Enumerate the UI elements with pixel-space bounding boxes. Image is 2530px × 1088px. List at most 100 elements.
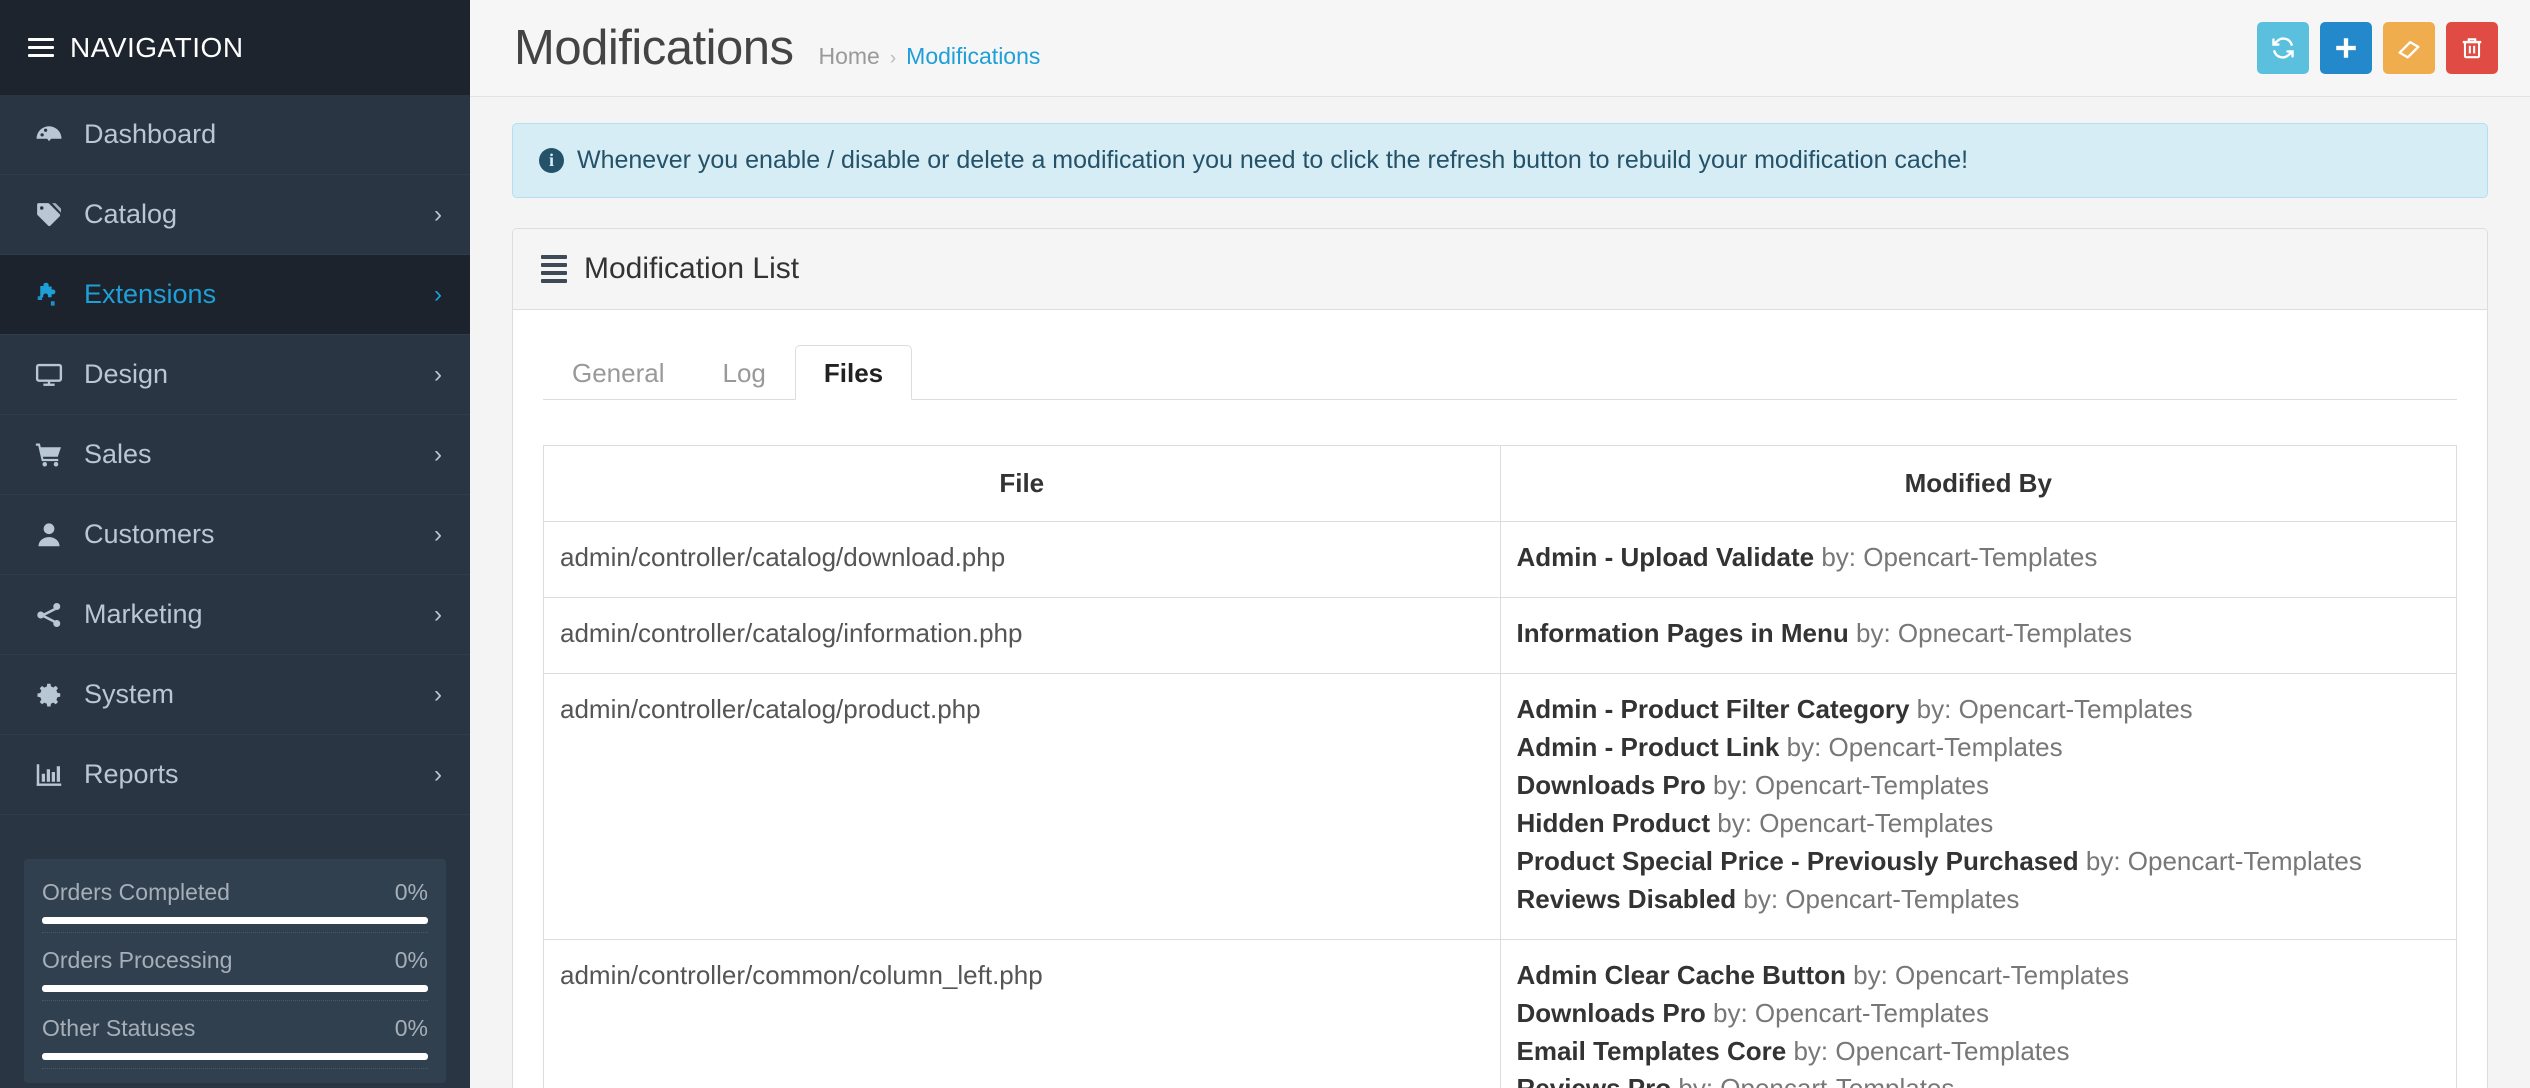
cell-modified-by: Admin - Upload Validate by: Opencart-Tem… (1499, 521, 2457, 598)
nav-header[interactable]: NAVIGATION (0, 0, 470, 95)
modification-name: Reviews Pro (1517, 1073, 1672, 1088)
sidebar-item-label: Dashboard (84, 119, 217, 149)
table-row: admin/controller/catalog/product.php Admi… (543, 672, 2457, 940)
modification-author: by: Opencart-Templates (1678, 1073, 1954, 1088)
sidebar-item-sales[interactable]: Sales › (0, 415, 470, 495)
puzzle-icon (34, 280, 78, 310)
table-row: admin/controller/catalog/information.php… (543, 596, 2457, 674)
modification-name: Product Special Price - Previously Purch… (1516, 845, 2079, 876)
sidebar-item-label: System (84, 679, 175, 709)
nav-header-title: NAVIGATION (70, 31, 244, 63)
stat-top: Other Statuses 0% (42, 1015, 428, 1042)
chevron-right-icon: › (434, 520, 442, 548)
table-row: admin/controller/common/column_left.php A… (543, 938, 2457, 1088)
stat-value: 0% (394, 947, 428, 973)
info-alert: i Whenever you enable / disable or delet… (512, 123, 2488, 198)
stat-label: Other Statuses (42, 1015, 196, 1041)
modification-author: by: Opencart-Templates (1743, 883, 2020, 914)
modified-by-line: Admin - Product Link by: Opencart-Templa… (1517, 729, 2441, 767)
tab-bar: General Log Files (543, 340, 2457, 400)
column-header-file: File (543, 445, 1501, 522)
sidebar-item-design[interactable]: Design › (0, 335, 470, 415)
info-alert-text: Whenever you enable / disable or delete … (577, 146, 1969, 174)
cell-modified-by: Admin Clear Cache Button by: Opencart-Te… (1499, 938, 2457, 1088)
panel-heading-title: Modification List (584, 252, 800, 285)
plus-icon (2336, 38, 2356, 58)
modified-by-line: Product Special Price - Previously Purch… (1517, 843, 2441, 881)
sidebar-item-label: Marketing (84, 599, 203, 629)
sidebar-stats-widget: Orders Completed 0% Orders Processing 0% Oth… (24, 859, 446, 1083)
sidebar-item-label: Customers (84, 519, 215, 549)
app-root: NAVIGATION Dashboard Catalog › Extensions › D… (0, 0, 2530, 1088)
modification-name: Admin Clear Cache Button (1516, 959, 1846, 990)
cell-file: admin/controller/catalog/information.php (543, 596, 1501, 674)
modification-author: by: Opencart-Templates (1821, 542, 2098, 572)
sidebar-item-label: Extensions (84, 279, 217, 309)
refresh-button[interactable] (2257, 22, 2309, 74)
chevron-right-icon: › (434, 600, 442, 628)
hamburger-icon[interactable] (28, 33, 54, 62)
tab-log[interactable]: Log (694, 345, 795, 400)
tab-general[interactable]: General (543, 345, 694, 400)
sidebar: NAVIGATION Dashboard Catalog › Extensions › D… (0, 0, 470, 1088)
sidebar-item-dashboard[interactable]: Dashboard (0, 95, 470, 175)
modified-by-line: Information Pages in Menu by: Opnecart-T… (1517, 615, 2441, 653)
breadcrumb-item-home[interactable]: Home (818, 43, 879, 70)
sidebar-item-extensions[interactable]: Extensions › (0, 255, 470, 335)
sidebar-item-catalog[interactable]: Catalog › (0, 175, 470, 255)
panel-body: General Log Files File Modified By admin/c… (513, 310, 2487, 1088)
clear-button[interactable] (2383, 22, 2435, 74)
modification-name: Reviews Disabled (1516, 883, 1737, 914)
modified-by-line: Downloads Pro by: Opencart-Templates (1517, 767, 2441, 805)
delete-button[interactable] (2446, 22, 2498, 74)
modification-author: by: Opnecart-Templates (1855, 617, 2132, 648)
stat-label: Orders Completed (42, 879, 230, 905)
modification-name: Email Templates Core (1516, 1035, 1787, 1066)
page-title: Modifications (514, 21, 794, 75)
sidebar-item-customers[interactable]: Customers › (0, 495, 470, 575)
page-header-left: Modifications Home › Modifications (514, 20, 2257, 76)
chevron-right-icon: › (434, 760, 442, 788)
modification-author: by: Opencart-Templates (1916, 693, 2193, 724)
tag-icon (34, 200, 78, 230)
gear-icon (34, 680, 78, 710)
cell-file: admin/controller/catalog/product.php (543, 672, 1501, 940)
modification-name: Downloads Pro (1516, 769, 1706, 800)
modified-by-line: Hidden Product by: Opencart-Templates (1517, 805, 2441, 843)
sidebar-item-label: Catalog (84, 199, 178, 229)
modification-name: Information Pages in Menu (1516, 617, 1849, 648)
modification-list-panel: Modification List General Log Files File M… (512, 228, 2488, 1088)
sidebar-item-label: Design (84, 359, 169, 389)
breadcrumb-separator-icon: › (889, 48, 897, 69)
main-content: Modifications Home › Modifications i Whe… (470, 0, 2530, 1088)
monitor-icon (34, 360, 78, 390)
modification-name: Admin - Upload Validate (1516, 542, 1815, 572)
breadcrumb-item-modifications[interactable]: Modifications (906, 43, 1040, 70)
page-header-actions (2257, 22, 2498, 74)
stat-value: 0% (394, 879, 428, 905)
sidebar-item-system[interactable]: System › (0, 655, 470, 735)
modification-author: by: Opencart-Templates (1712, 997, 1989, 1028)
add-button[interactable] (2320, 22, 2372, 74)
modified-by-line: Admin - Product Filter Category by: Open… (1517, 691, 2441, 729)
stat-progress-bar (42, 917, 428, 924)
tab-label: Log (722, 358, 766, 388)
sidebar-item-label: Sales (84, 439, 152, 469)
eraser-icon (2398, 41, 2420, 59)
modified-by-line: Email Templates Core by: Opencart-Templa… (1517, 1033, 2441, 1071)
bar-chart-icon (34, 760, 78, 790)
modification-name: Hidden Product (1516, 807, 1711, 838)
chevron-right-icon: › (434, 280, 442, 308)
modification-author: by: Opencart-Templates (1712, 769, 1989, 800)
sidebar-item-marketing[interactable]: Marketing › (0, 575, 470, 655)
cell-file: admin/controller/common/column_left.php (543, 938, 1501, 1088)
modified-by-line: Admin Clear Cache Button by: Opencart-Te… (1517, 957, 2441, 995)
modification-author: by: Opencart-Templates (1717, 807, 1994, 838)
info-circle-icon: i (539, 148, 564, 173)
breadcrumb: Home › Modifications (818, 43, 1040, 70)
dashboard-icon (34, 120, 78, 150)
stat-top: Orders Processing 0% (42, 947, 428, 974)
stat-progress-bar (42, 985, 428, 992)
tab-files[interactable]: Files (794, 345, 913, 400)
sidebar-item-reports[interactable]: Reports › (0, 735, 470, 815)
